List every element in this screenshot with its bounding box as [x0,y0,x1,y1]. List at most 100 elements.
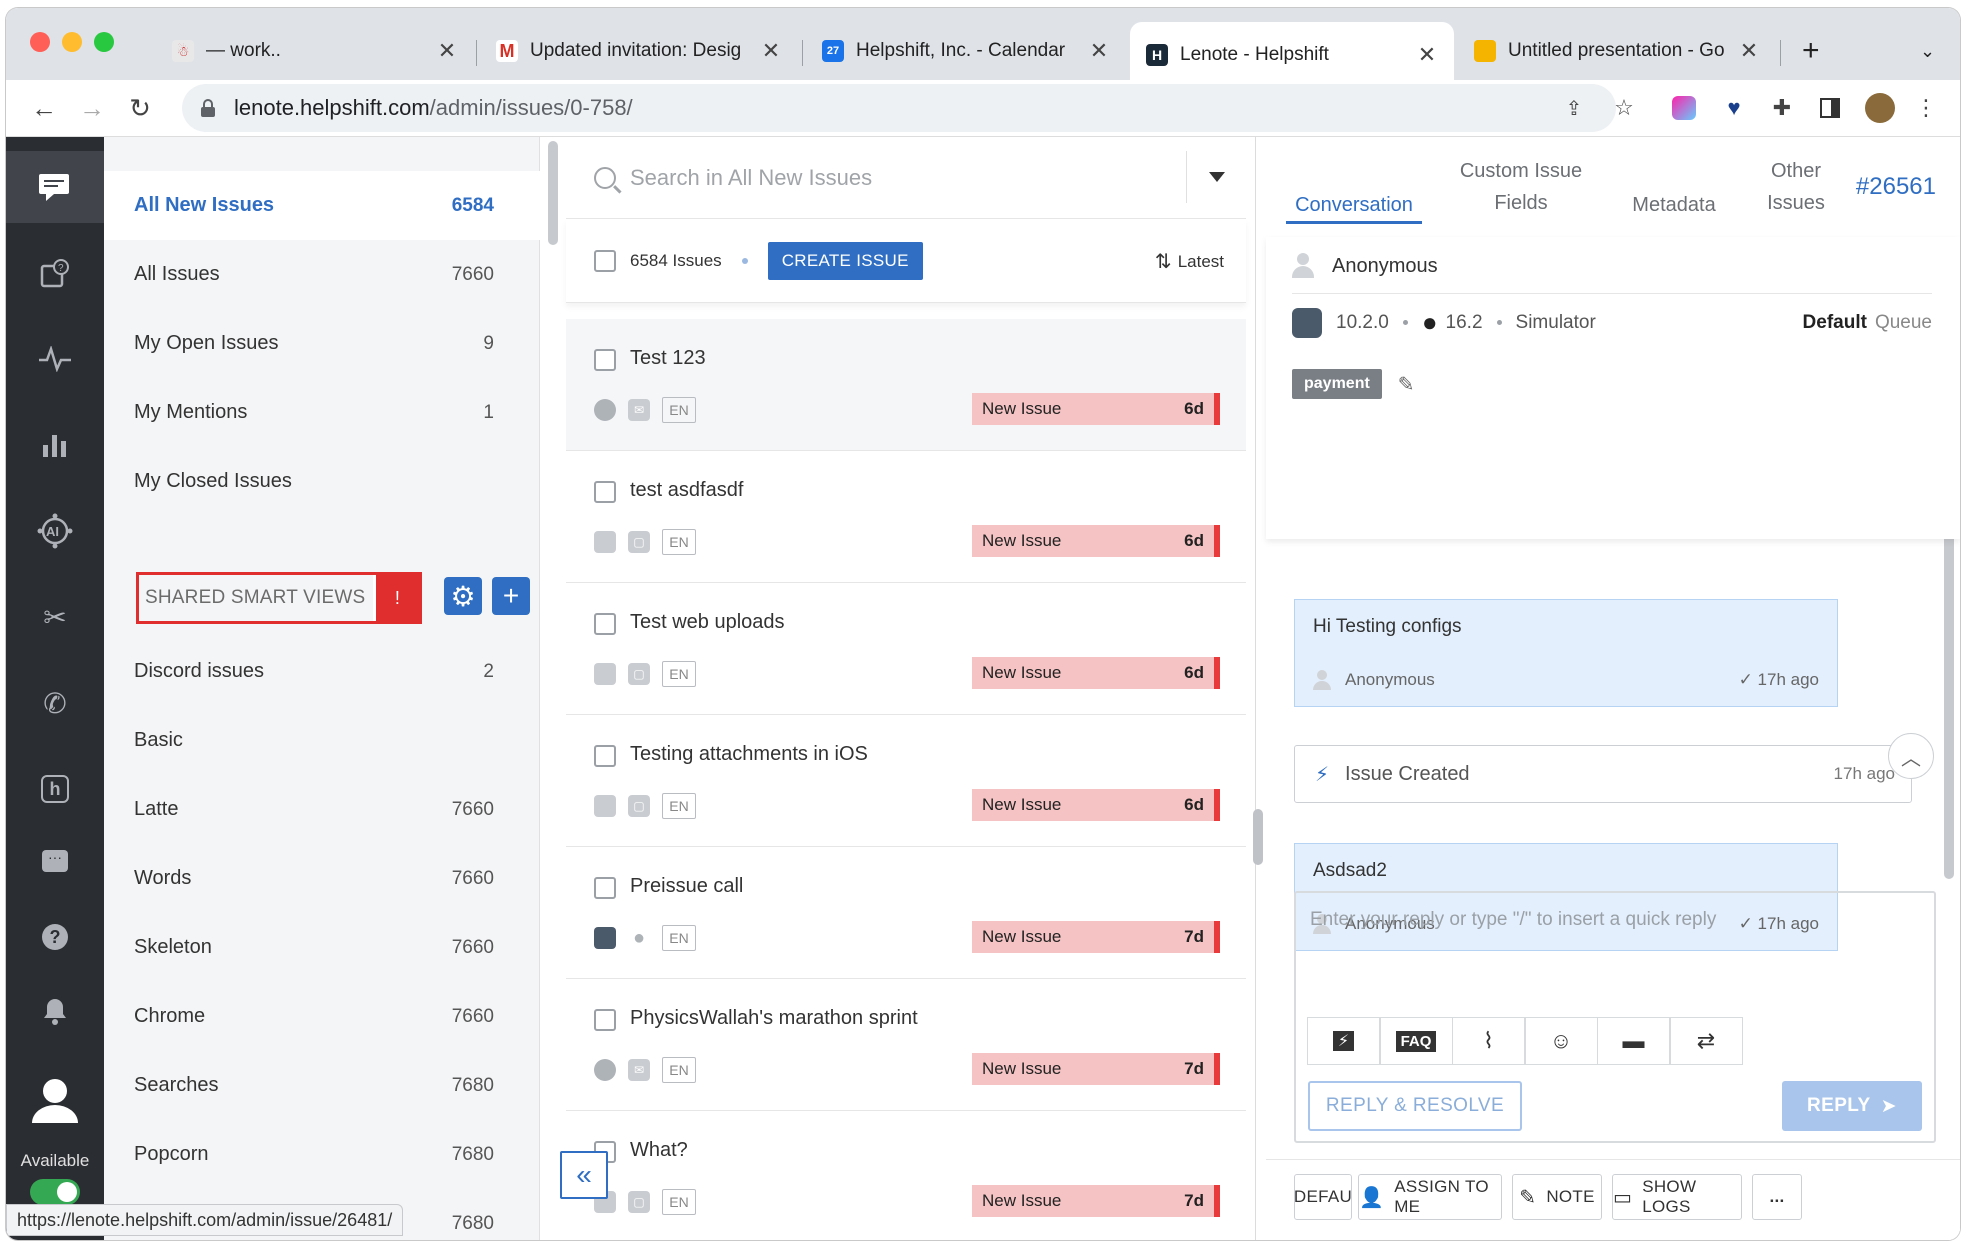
share-icon[interactable]: ⇪ [1558,92,1590,124]
forward-arrow-icon[interactable]: → [74,90,110,126]
issue-row[interactable]: Preissue call ● EN New Issue 7d [566,847,1246,979]
shared-smart-views-header[interactable]: SHARED SMART VIEWS ! [136,572,422,624]
tab-other-issues[interactable]: Other Issues [1756,155,1836,219]
close-tab-icon[interactable]: ✕ [760,38,782,64]
transfer-arrows-icon[interactable]: ⇄ [1669,1017,1743,1065]
smart-view-item[interactable]: Popcorn 7680 [104,1120,540,1189]
minimize-window-button[interactable] [62,32,82,52]
browser-tab-gmail[interactable]: M Updated invitation: Desig ✕ [480,22,798,80]
issue-checkbox[interactable] [594,1009,616,1031]
reload-icon[interactable]: ↻ [122,90,158,126]
view-all-issues[interactable]: All Issues 7660 [104,240,540,309]
issue-search-bar[interactable]: Search in All New Issues [566,137,1246,219]
issue-row[interactable]: test asdfasdf ▢ EN New Issue 6d [566,451,1246,583]
phone-icon[interactable]: ✆ [6,667,104,739]
create-issue-button[interactable]: CREATE ISSUE [767,241,923,280]
scroll-up-chevron-icon[interactable]: ︿ [1888,733,1934,779]
smart-view-item[interactable]: Searches 7680 [104,1051,540,1120]
issue-checkbox[interactable] [594,613,616,635]
smart-view-item[interactable]: Skeleton 7660 [104,913,540,982]
reply-and-resolve-button[interactable]: REPLY & RESOLVE [1308,1081,1522,1131]
tab-conversation[interactable]: Conversation [1286,189,1422,224]
browser-menu-icon[interactable]: ⋮ [1910,92,1942,124]
issue-row[interactable]: What? ▢ EN New Issue 7d [566,1111,1246,1240]
browser-tab-slides[interactable]: Untitled presentation - Go ✕ [1458,22,1776,80]
smart-view-item[interactable]: Words 7660 [104,844,540,913]
close-tab-icon[interactable]: ✕ [1416,42,1438,68]
availability-toggle[interactable] [30,1179,80,1205]
back-arrow-icon[interactable]: ← [26,90,62,126]
add-smart-view-button[interactable]: + [492,577,530,615]
more-actions-button[interactable]: ... [1752,1174,1802,1220]
view-my-closed-issues[interactable]: My Closed Issues [104,447,540,516]
smart-views-settings-gear-icon[interactable]: ⚙ [444,577,482,615]
view-my-mentions[interactable]: My Mentions 1 [104,378,540,447]
close-tab-icon[interactable]: ✕ [1738,38,1760,64]
issues-scrollbar[interactable] [1253,809,1263,865]
conversation-scrollbar[interactable] [1944,529,1954,879]
collapse-panel-double-chevron-icon[interactable]: « [560,1151,608,1199]
analytics-pulse-icon[interactable] [6,323,104,395]
view-all-new-issues[interactable]: All New Issues 6584 [104,171,540,240]
assign-to-me-button[interactable]: 👤 ASSIGN TO ME [1358,1174,1502,1220]
browser-tab-work[interactable]: ☃ — work.. ✕ [156,22,474,80]
help-icon[interactable]: ? [6,901,104,973]
briefcase-icon[interactable]: ▬ [1596,1017,1671,1065]
quick-reply-bolt-icon[interactable]: ⚡ [1306,1017,1381,1065]
issue-tag[interactable]: payment [1292,369,1382,399]
address-bar[interactable]: lenote.helpshift.com/admin/issues/0-758/ [182,84,1616,132]
view-my-open-issues[interactable]: My Open Issues 9 [104,309,540,378]
tools-icon[interactable]: ✂ [6,581,104,653]
note-button[interactable]: ✎ NOTE [1512,1174,1602,1220]
side-panel-icon[interactable] [1814,92,1846,124]
bell-icon[interactable] [6,975,104,1047]
new-tab-button[interactable]: + [1790,22,1840,80]
ai-icon[interactable]: AI [6,495,104,567]
reply-button[interactable]: REPLY ➤ [1782,1081,1922,1131]
select-all-checkbox[interactable] [594,249,616,272]
close-window-button[interactable] [30,32,50,52]
close-tab-icon[interactable]: ✕ [436,38,458,64]
issue-checkbox[interactable] [594,745,616,767]
views-scrollbar[interactable] [548,141,558,245]
bookmark-star-icon[interactable]: ☆ [1608,92,1640,124]
browser-tab-calendar[interactable]: 27 Helpshift, Inc. - Calendar ✕ [806,22,1126,80]
search-filter-dropdown[interactable] [1186,151,1246,203]
maximize-window-button[interactable] [94,32,114,52]
profile-avatar[interactable] [1864,92,1896,124]
extension-shield-icon[interactable]: ♥ [1718,92,1750,124]
issue-row[interactable]: Testing attachments in iOS ▢ EN New Issu… [566,715,1246,847]
faq-icon[interactable]: ? [6,237,104,309]
default-queue-button[interactable]: DEFAU [1294,1174,1352,1220]
message-icon[interactable]: ··· [6,825,104,897]
close-tab-icon[interactable]: ✕ [1088,38,1110,64]
helpshift-logo-icon[interactable]: h [6,753,104,825]
issue-checkbox[interactable] [594,481,616,503]
issue-row[interactable]: PhysicsWallah's marathon sprint ✉ EN New… [566,979,1246,1111]
chat-icon[interactable] [6,151,104,223]
extensions-puzzle-icon[interactable]: ✚ [1766,92,1798,124]
smart-view-item[interactable]: Discord issues 2 [104,637,540,706]
browser-tab-helpshift[interactable]: H Lenote - Helpshift ✕ [1130,22,1454,88]
user-icon[interactable] [6,1057,104,1143]
faq-button[interactable]: FAQ [1379,1017,1453,1065]
tab-metadata[interactable]: Metadata [1614,189,1734,221]
customer-name[interactable]: Anonymous [1332,255,1438,278]
smart-view-item[interactable]: Chrome 7660 [104,982,540,1051]
tab-search-chevron-icon[interactable]: ⌄ [1910,22,1950,80]
issue-checkbox[interactable] [594,349,616,371]
queue-info[interactable]: Default Queue [1803,312,1932,334]
issue-row[interactable]: Test 123 ✉ EN New Issue 6d [566,319,1246,451]
smart-view-item[interactable]: Latte 7660 [104,775,540,844]
issue-checkbox[interactable] [594,877,616,899]
emoji-icon[interactable]: ☺ [1524,1017,1598,1065]
edit-tags-pencil-icon[interactable]: ✎ [1398,372,1415,397]
smart-view-item[interactable]: Basic [104,706,540,775]
tab-custom-issue-fields[interactable]: Custom Issue Fields [1446,155,1596,219]
attachment-paperclip-icon[interactable]: ⌇ [1451,1017,1526,1065]
bar-chart-icon[interactable] [6,409,104,481]
show-logs-button[interactable]: ▭ SHOW LOGS [1612,1174,1742,1220]
sort-latest-button[interactable]: ⇅ Latest [1155,249,1224,274]
issue-row[interactable]: Test web uploads ▢ EN New Issue 6d [566,583,1246,715]
extension-camera-icon[interactable] [1668,92,1700,124]
